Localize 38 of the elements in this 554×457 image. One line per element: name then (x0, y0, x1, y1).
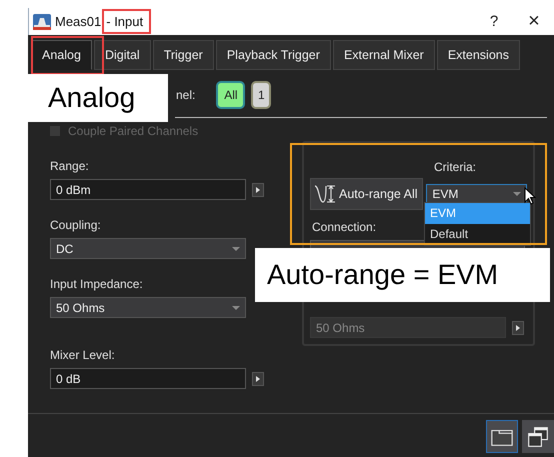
step-button[interactable] (512, 320, 524, 334)
help-button[interactable]: ? (474, 13, 514, 30)
tab[interactable]: Trigger (152, 40, 214, 70)
tab[interactable]: Playback Trigger (216, 40, 331, 70)
mouse-cursor-icon (524, 187, 536, 205)
dropdown-caret-icon (232, 306, 240, 310)
tab[interactable]: External Mixer (332, 40, 435, 70)
dropdown[interactable]: DC (50, 238, 246, 259)
callout-label: Analog (28, 74, 168, 122)
channel-label: nel: (176, 88, 196, 102)
dropdown[interactable]: 50 Ohms (50, 297, 246, 318)
callout-label: Auto-range = EVM (255, 248, 550, 302)
step-button[interactable] (252, 372, 264, 386)
windows-icon (526, 426, 550, 448)
waveform-range-icon (314, 183, 336, 205)
channel-button[interactable]: All (216, 81, 246, 109)
connection-label: Connection: (312, 220, 376, 234)
auto-range-button[interactable]: Auto-range All (310, 178, 424, 210)
checkbox-label: Couple Paired Channels (68, 124, 198, 138)
criteria-label: Criteria: (434, 160, 476, 174)
dropdown-caret-icon (232, 246, 240, 250)
undock-button[interactable] (522, 420, 554, 453)
field-label: Mixer Level: (50, 348, 116, 362)
tab[interactable]: Extensions (436, 40, 520, 70)
dock-button[interactable] (486, 420, 518, 453)
tab[interactable]: Analog (31, 40, 92, 70)
input-field[interactable]: 0 dBm (50, 179, 246, 200)
app-icon (33, 14, 51, 30)
input-field[interactable]: 0 dB (50, 368, 246, 389)
input-field[interactable]: 50 Ohms (310, 317, 506, 338)
field-label: Range: (50, 159, 90, 173)
close-button[interactable]: × (514, 10, 554, 33)
step-button[interactable] (252, 182, 264, 196)
field-label: Coupling: (50, 218, 102, 232)
window-subtitle: - Input (106, 14, 144, 29)
window-title: Meas01 (55, 14, 102, 29)
tab[interactable]: Digital (94, 40, 151, 70)
channel-button[interactable]: 1 (251, 81, 272, 109)
